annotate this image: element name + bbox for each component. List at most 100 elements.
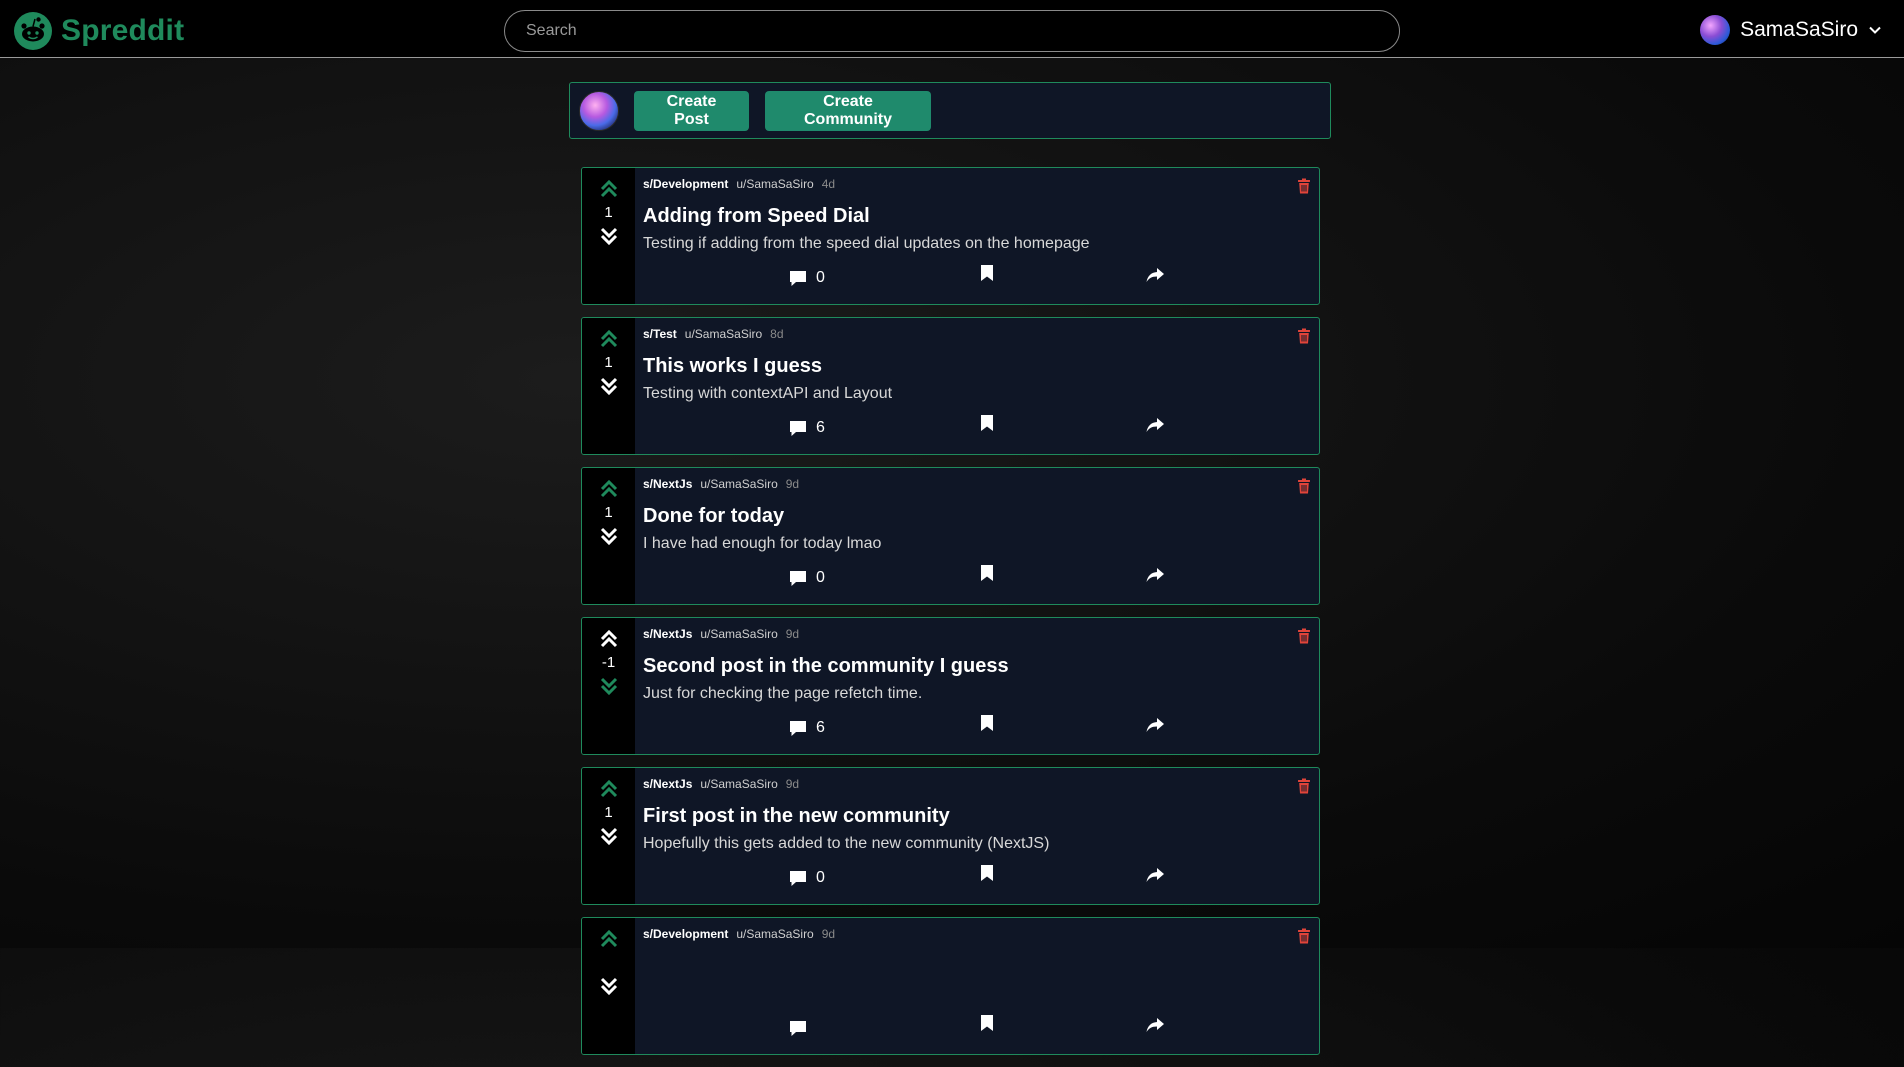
share-icon[interactable] bbox=[1145, 866, 1165, 884]
post-card[interactable]: 1 s/Development u/SamaSaSiro 4d Adding f… bbox=[581, 167, 1320, 305]
post-actions: 6 bbox=[635, 715, 1319, 742]
post-age: 4d bbox=[821, 177, 836, 191]
author-link[interactable]: u/SamaSaSiro bbox=[685, 327, 762, 341]
share-icon[interactable] bbox=[1145, 266, 1165, 284]
bookmark-icon[interactable] bbox=[980, 714, 994, 732]
trash-icon[interactable] bbox=[1297, 928, 1311, 944]
upvote-icon[interactable] bbox=[598, 628, 620, 650]
post-card[interactable]: -1 s/NextJs u/SamaSaSiro 9d Second post … bbox=[581, 617, 1320, 755]
share-icon[interactable] bbox=[1145, 416, 1165, 434]
comment-icon bbox=[790, 271, 806, 286]
search-input[interactable] bbox=[526, 22, 1399, 40]
post-title[interactable]: First post in the new community bbox=[643, 804, 1319, 828]
post-text: Just for checking the page refetch time. bbox=[643, 685, 923, 702]
comment-button[interactable]: 6 bbox=[788, 418, 825, 438]
post-body: s/Test u/SamaSaSiro 8d This works I gues… bbox=[635, 318, 1319, 454]
comment-button[interactable]: 0 bbox=[788, 568, 825, 588]
subreddit-link[interactable]: s/Development bbox=[643, 927, 728, 941]
comment-count: 6 bbox=[816, 419, 825, 436]
upvote-icon[interactable] bbox=[598, 778, 620, 800]
post-card[interactable]: s/Development u/SamaSaSiro 9d bbox=[581, 917, 1320, 1055]
trash-icon[interactable] bbox=[1297, 328, 1311, 344]
post-text: Testing with contextAPI and Layout bbox=[643, 385, 893, 402]
subreddit-link[interactable]: s/NextJs bbox=[643, 627, 692, 641]
vote-score: 1 bbox=[604, 354, 613, 371]
vote-column: 1 bbox=[582, 468, 635, 604]
create-panel: Create Post Create Community bbox=[569, 82, 1331, 139]
comment-count: 0 bbox=[816, 869, 825, 886]
author-link[interactable]: u/SamaSaSiro bbox=[700, 627, 777, 641]
post-actions bbox=[635, 1015, 1319, 1042]
post-title[interactable] bbox=[643, 954, 1319, 978]
comment-button[interactable]: 0 bbox=[788, 868, 825, 888]
reddit-alien-icon bbox=[14, 12, 52, 50]
downvote-icon[interactable] bbox=[598, 225, 620, 247]
share-icon[interactable] bbox=[1145, 566, 1165, 584]
subreddit-link[interactable]: s/Development bbox=[643, 177, 728, 191]
create-community-button[interactable]: Create Community bbox=[765, 90, 931, 131]
vote-column: 1 bbox=[582, 768, 635, 904]
comment-icon bbox=[790, 421, 806, 436]
trash-icon[interactable] bbox=[1297, 178, 1311, 194]
post-body: s/NextJs u/SamaSaSiro 9d Done for today … bbox=[635, 468, 1319, 604]
search-bar[interactable] bbox=[504, 10, 1400, 52]
post-card[interactable]: 1 s/Test u/SamaSaSiro 8d This works I gu… bbox=[581, 317, 1320, 455]
bookmark-icon[interactable] bbox=[980, 864, 994, 882]
post-meta: s/NextJs u/SamaSaSiro 9d bbox=[643, 626, 1319, 642]
post-card[interactable]: 1 s/NextJs u/SamaSaSiro 9d Done for toda… bbox=[581, 467, 1320, 605]
comment-button[interactable] bbox=[788, 1018, 816, 1038]
subreddit-link[interactable]: s/NextJs bbox=[643, 477, 692, 491]
post-title[interactable]: Second post in the community I guess bbox=[643, 654, 1319, 678]
share-icon[interactable] bbox=[1145, 716, 1165, 734]
author-link[interactable]: u/SamaSaSiro bbox=[736, 927, 813, 941]
comment-icon bbox=[790, 871, 806, 886]
avatar bbox=[1700, 15, 1731, 45]
app-name: Spreddit bbox=[61, 14, 185, 47]
vote-column: -1 bbox=[582, 618, 635, 754]
author-link[interactable]: u/SamaSaSiro bbox=[700, 777, 777, 791]
post-actions: 0 bbox=[635, 265, 1319, 292]
downvote-icon[interactable] bbox=[598, 975, 620, 997]
author-link[interactable]: u/SamaSaSiro bbox=[736, 177, 813, 191]
upvote-icon[interactable] bbox=[598, 478, 620, 500]
post-meta: s/NextJs u/SamaSaSiro 9d bbox=[643, 476, 1319, 492]
trash-icon[interactable] bbox=[1297, 778, 1311, 794]
post-meta: s/Development u/SamaSaSiro 4d bbox=[643, 176, 1319, 192]
bookmark-icon[interactable] bbox=[980, 1014, 994, 1032]
trash-icon[interactable] bbox=[1297, 628, 1311, 644]
subreddit-link[interactable]: s/Test bbox=[643, 327, 677, 341]
share-icon[interactable] bbox=[1145, 1016, 1165, 1034]
post-age: 8d bbox=[770, 327, 784, 341]
post-text: Hopefully this gets added to the new com… bbox=[643, 835, 1050, 852]
bookmark-icon[interactable] bbox=[980, 264, 994, 282]
downvote-icon[interactable] bbox=[598, 825, 620, 847]
avatar[interactable] bbox=[579, 90, 619, 131]
comment-button[interactable]: 0 bbox=[788, 268, 825, 288]
subreddit-link[interactable]: s/NextJs bbox=[643, 777, 692, 791]
trash-icon[interactable] bbox=[1297, 478, 1311, 494]
create-post-button[interactable]: Create Post bbox=[634, 90, 749, 131]
post-body: s/Development u/SamaSaSiro 9d bbox=[635, 918, 1319, 1054]
author-link[interactable]: u/SamaSaSiro bbox=[700, 477, 777, 491]
post-title[interactable]: Adding from Speed Dial bbox=[643, 204, 1319, 228]
upvote-icon[interactable] bbox=[598, 178, 620, 200]
upvote-icon[interactable] bbox=[598, 328, 620, 350]
app-logo[interactable]: Spreddit bbox=[13, 11, 184, 51]
post-title[interactable]: This works I guess bbox=[643, 354, 1319, 378]
downvote-icon[interactable] bbox=[598, 525, 620, 547]
comment-icon bbox=[790, 1021, 806, 1036]
vote-score: 1 bbox=[604, 204, 613, 221]
upvote-icon[interactable] bbox=[598, 928, 620, 950]
comment-button[interactable]: 6 bbox=[788, 718, 825, 738]
bookmark-icon[interactable] bbox=[980, 564, 994, 582]
post-title[interactable]: Done for today bbox=[643, 504, 1319, 528]
user-menu[interactable]: SamaSaSiro bbox=[1700, 15, 1882, 45]
post-actions: 6 bbox=[635, 415, 1319, 442]
post-meta: s/Test u/SamaSaSiro 8d bbox=[643, 326, 1319, 342]
downvote-icon[interactable] bbox=[598, 375, 620, 397]
post-age: 9d bbox=[821, 927, 836, 941]
bookmark-icon[interactable] bbox=[980, 414, 994, 432]
downvote-icon[interactable] bbox=[598, 675, 620, 697]
post-age: 9d bbox=[785, 777, 800, 791]
post-card[interactable]: 1 s/NextJs u/SamaSaSiro 9d First post in… bbox=[581, 767, 1320, 905]
